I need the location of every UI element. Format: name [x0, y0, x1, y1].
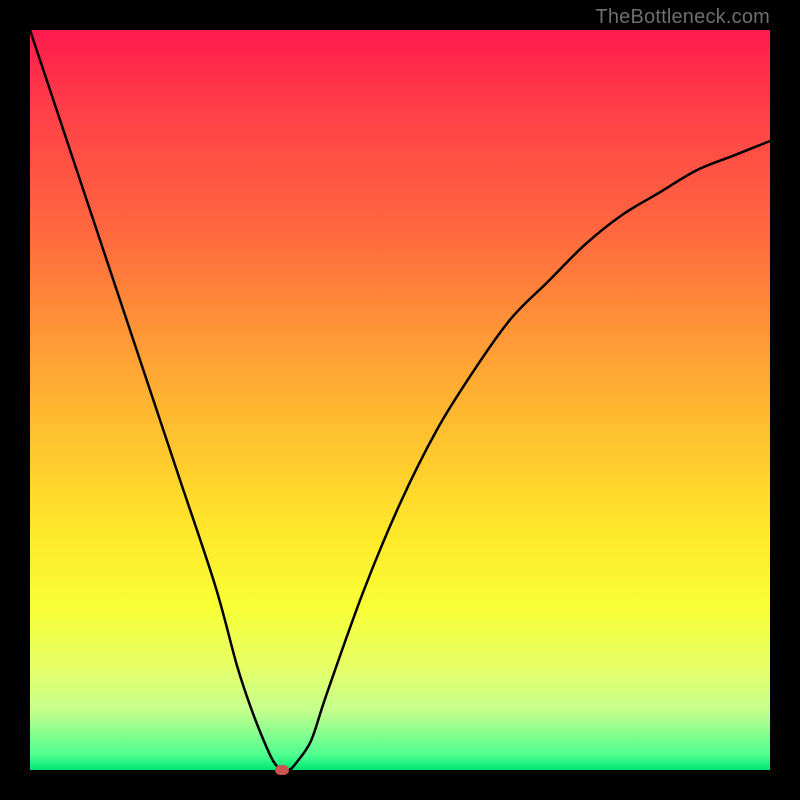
optimal-point-marker — [275, 765, 289, 775]
chart-frame: TheBottleneck.com — [0, 0, 800, 800]
watermark-text: TheBottleneck.com — [595, 6, 770, 29]
bottleneck-curve — [30, 30, 770, 770]
plot-area — [30, 30, 770, 770]
